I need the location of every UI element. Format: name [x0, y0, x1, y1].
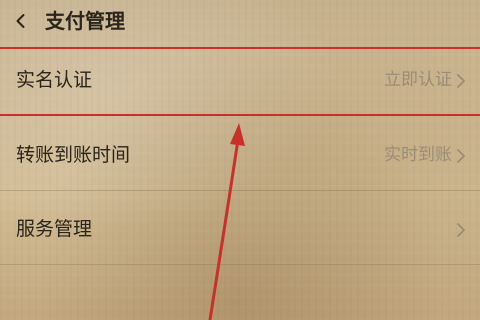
chevron-left-icon: [16, 14, 25, 28]
row-divider: [0, 264, 480, 265]
chevron-right-icon: [457, 223, 465, 237]
row-value-transfer-time: 实时到账: [384, 145, 452, 165]
page-title: 支付管理: [45, 9, 125, 33]
settings-row-transfer-time[interactable]: 转账到账时间 实时到账: [0, 127, 480, 185]
settings-row-service-management[interactable]: 服务管理: [0, 201, 480, 259]
chevron-right-icon: [457, 149, 465, 163]
top-bar: 支付管理: [0, 0, 480, 44]
settings-row-real-name-auth[interactable]: 实名认证 立即认证: [0, 52, 480, 110]
row-label-real-name-auth: 实名认证: [16, 69, 93, 91]
back-button[interactable]: [8, 8, 34, 34]
highlight-line-top: [0, 47, 480, 49]
row-label-transfer-time: 转账到账时间: [16, 144, 131, 166]
highlight-line-bottom: [0, 114, 480, 116]
row-value-real-name-auth: 立即认证: [384, 70, 452, 90]
chevron-right-icon: [457, 74, 465, 88]
row-label-service-management: 服务管理: [16, 218, 93, 240]
row-divider: [0, 190, 480, 191]
